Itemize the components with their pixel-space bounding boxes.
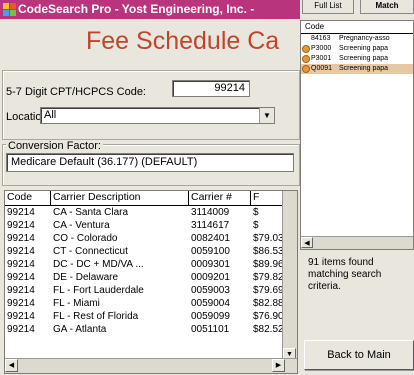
conversion-select[interactable]: Medicare Default (36.177) (DEFAULT) <box>6 153 294 172</box>
cell-carrier-description: CT - Connecticut <box>53 246 128 257</box>
table-row[interactable]: 99214 DE - Delaware 0009201 $79.82 <box>5 271 297 284</box>
results-row[interactable]: P3001 Screening papa <box>301 54 413 64</box>
window-title: CodeSearch Pro - Yost Engineering, Inc. … <box>18 2 255 16</box>
cell-code: 99214 <box>7 324 35 335</box>
table-vertical-scrollbar[interactable]: ▼ <box>282 191 297 361</box>
conversion-value: Medicare Default (36.177) (DEFAULT) <box>11 156 198 168</box>
cell-carrier-description: CA - Ventura <box>53 220 110 231</box>
cpt-code-label: 5-7 Digit CPT/HCPCS Code: <box>6 86 146 98</box>
chevron-down-icon[interactable]: ▼ <box>259 108 274 123</box>
scroll-right-icon[interactable]: ▶ <box>272 359 285 372</box>
cell-carrier-number: 0009301 <box>191 259 230 270</box>
cell-carrier-number: 0051101 <box>191 324 230 335</box>
cell-carrier-description: DE - Delaware <box>53 272 119 283</box>
fee-schedule-window: CodeSearch Pro - Yost Engineering, Inc. … <box>0 0 301 375</box>
cell-carrier-description: CA - Santa Clara <box>53 207 129 218</box>
cell-code: 99214 <box>7 285 35 296</box>
result-code: 84163 <box>311 35 331 42</box>
table-row[interactable]: 99214 GA - Atlanta 0051101 $82.52 <box>5 323 297 336</box>
results-horizontal-scrollbar[interactable]: ◀ <box>301 236 413 249</box>
cell-code: 99214 <box>7 272 35 283</box>
cell-code: 99214 <box>7 233 35 244</box>
result-code: P3001 <box>311 55 332 62</box>
cell-carrier-number: 0059100 <box>191 246 230 257</box>
result-code: Q0091 <box>311 65 333 72</box>
table-row[interactable]: 99214 DC - DC + MD/VA ... 0009301 $89.96 <box>5 258 297 271</box>
results-row[interactable]: P3000 Screening papa <box>301 44 413 54</box>
column-header-carrier-number[interactable]: Carrier # <box>189 191 251 205</box>
table-row[interactable]: 99214 CA - Santa Clara 3114009 $ <box>5 206 297 219</box>
cpt-code-input[interactable]: 99214 <box>172 80 250 97</box>
table-row[interactable]: 99214 CA - Ventura 3114617 $ <box>5 219 297 232</box>
warning-icon <box>302 45 310 53</box>
fee-table: Code Carrier Description Carrier # F 992… <box>4 190 298 374</box>
results-column-header[interactable]: Code <box>301 21 413 34</box>
cell-code: 99214 <box>7 220 35 231</box>
cell-carrier-number: 3114009 <box>191 207 230 218</box>
table-row[interactable]: 99214 FL - Fort Lauderdale 0059003 $79.69 <box>5 284 297 297</box>
cell-carrier-description: FL - Fort Lauderdale <box>53 285 144 296</box>
column-header-carrier-description[interactable]: Carrier Description <box>51 191 189 205</box>
location-value: All <box>44 109 57 121</box>
table-row[interactable]: 99214 FL - Miami 0059004 $82.88 <box>5 297 297 310</box>
warning-icon <box>302 65 310 73</box>
table-row[interactable]: 99214 CO - Colorado 0082401 $79.03 <box>5 232 297 245</box>
page-heading: Fee Schedule Ca <box>86 27 280 55</box>
search-results-window: Full List Match Code 84163 Pregnancy-asso… <box>300 0 414 375</box>
items-found-text: 91 items found matching search criteria. <box>308 257 382 292</box>
cell-carrier-number: 0009201 <box>191 272 230 283</box>
cell-carrier-description: DC - DC + MD/VA ... <box>53 259 144 270</box>
cell-carrier-number: 3114617 <box>191 220 230 231</box>
cell-code: 99214 <box>7 298 35 309</box>
cell-carrier-number: 0059003 <box>191 285 230 296</box>
cell-carrier-number: 0082401 <box>191 233 230 244</box>
app-icon <box>3 3 16 16</box>
cell-code: 99214 <box>7 259 35 270</box>
cell-code: 99214 <box>7 207 35 218</box>
result-description: Screening papa <box>339 55 389 62</box>
tab-full-list[interactable]: Full List <box>302 0 354 14</box>
warning-icon <box>302 55 310 63</box>
scroll-left-icon[interactable]: ◀ <box>301 237 313 248</box>
result-description: Screening papa <box>339 65 389 72</box>
tab-match[interactable]: Match <box>360 0 414 14</box>
table-horizontal-scrollbar[interactable]: ◀ ▶ <box>5 358 297 373</box>
table-row[interactable]: 99214 FL - Rest of Florida 0059099 $76.90 <box>5 310 297 323</box>
result-description: Pregnancy-asso <box>339 35 390 42</box>
results-row[interactable]: 84163 Pregnancy-asso <box>301 34 413 44</box>
cell-carrier-description: CO - Colorado <box>53 233 118 244</box>
back-to-main-button[interactable]: Back to Main <box>304 340 414 370</box>
code-group <box>2 70 300 140</box>
result-description: Screening papa <box>339 45 389 52</box>
results-tabs: Full List Match <box>302 0 414 14</box>
scroll-left-icon[interactable]: ◀ <box>5 359 18 372</box>
column-header-code[interactable]: Code <box>5 191 51 205</box>
cell-carrier-description: GA - Atlanta <box>53 324 107 335</box>
results-row[interactable]: Q0091 Screening papa <box>301 64 413 74</box>
results-list: Code 84163 Pregnancy-asso P3000 Screening p… <box>300 20 414 250</box>
cell-code: 99214 <box>7 311 35 322</box>
cell-carrier-description: FL - Miami <box>53 298 100 309</box>
title-bar[interactable]: CodeSearch Pro - Yost Engineering, Inc. … <box>0 0 300 19</box>
table-row[interactable]: 99214 CT - Connecticut 0059100 $86.53 <box>5 245 297 258</box>
cell-code: 99214 <box>7 246 35 257</box>
cell-carrier-number: 0059004 <box>191 298 230 309</box>
cell-carrier-description: FL - Rest of Florida <box>53 311 139 322</box>
cell-carrier-number: 0059099 <box>191 311 230 322</box>
result-code: P3000 <box>311 45 332 52</box>
conversion-label: Conversion Factor: <box>6 140 103 152</box>
results-code-header: Code <box>305 22 325 31</box>
table-header: Code Carrier Description Carrier # F <box>5 191 297 206</box>
location-select[interactable]: All ▼ <box>40 107 275 124</box>
